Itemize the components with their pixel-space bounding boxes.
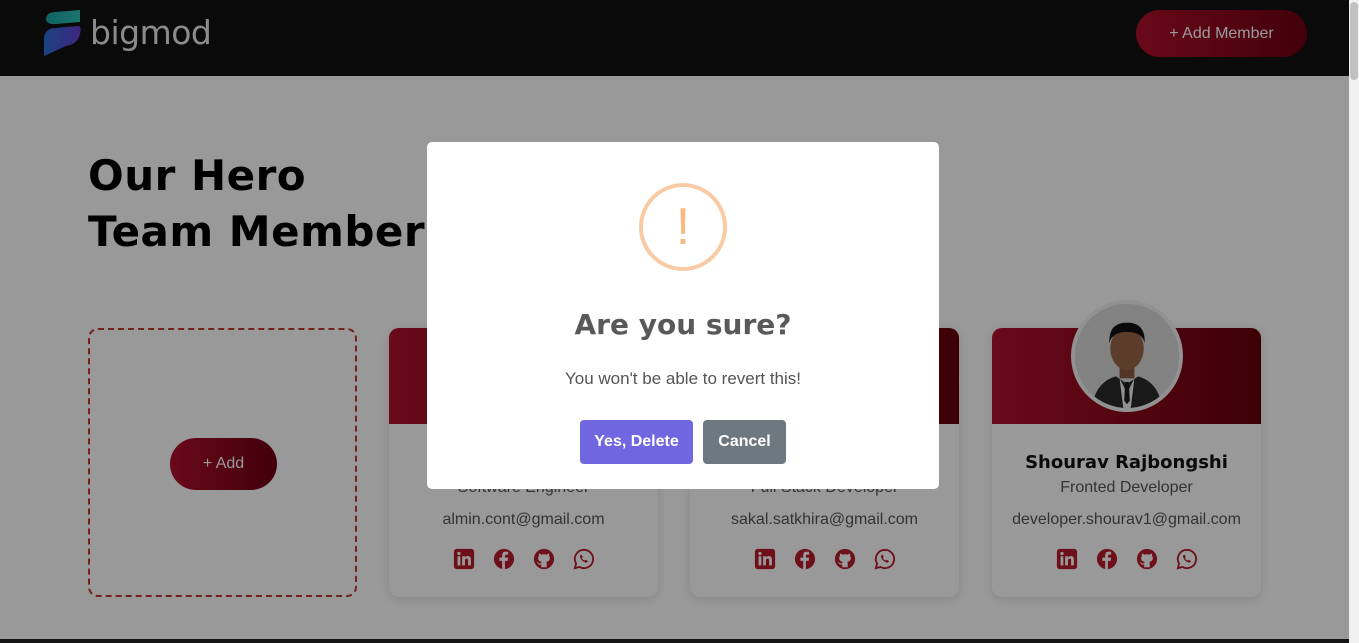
scrollbar[interactable] (1349, 0, 1359, 643)
warning-icon: ! (639, 183, 727, 271)
scrollbar-thumb[interactable] (1350, 2, 1358, 80)
dialog-message: You won't be able to revert this! (564, 369, 802, 388)
confirm-delete-button[interactable]: Yes, Delete (580, 420, 693, 464)
confirm-dialog: ! Are you sure? You won't be able to rev… (427, 142, 939, 489)
warning-glyph: ! (675, 198, 691, 256)
page: bigmod + Add Member Our Hero Team Member… (0, 0, 1349, 643)
dialog-title: Are you sure? (574, 308, 792, 341)
cancel-button[interactable]: Cancel (703, 420, 786, 464)
